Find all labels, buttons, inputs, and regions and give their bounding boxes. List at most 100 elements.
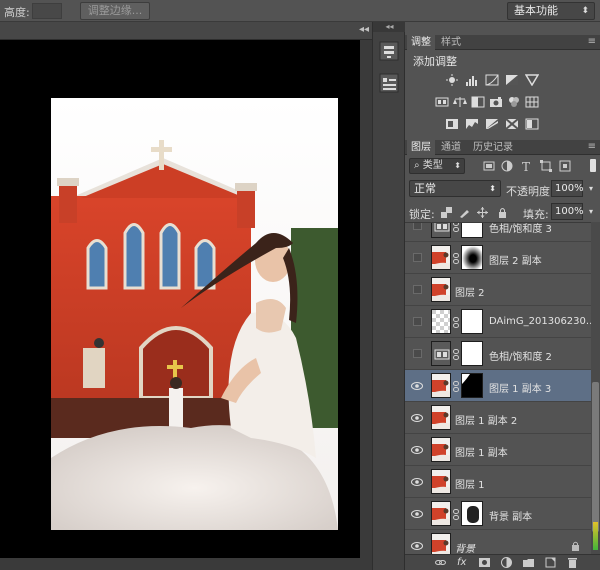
- adjustments-panel-icon[interactable]: [378, 40, 400, 62]
- filter-type-icon[interactable]: T: [521, 160, 533, 172]
- delete-layer-icon[interactable]: [567, 557, 578, 568]
- new-adjustment-layer-icon[interactable]: [501, 557, 512, 568]
- eye-icon[interactable]: [411, 412, 423, 424]
- collapse-icon[interactable]: ◂◂: [373, 22, 406, 32]
- lock-image-icon[interactable]: [459, 207, 470, 218]
- vertical-scrollbar[interactable]: [360, 40, 372, 558]
- eye-icon[interactable]: [411, 540, 423, 552]
- adjustments-panel-header: 调整 样式 ≡: [405, 35, 600, 50]
- new-layer-icon[interactable]: [545, 557, 556, 568]
- invert-icon[interactable]: [445, 118, 459, 130]
- layer-mask-thumbnail[interactable]: [461, 341, 483, 366]
- eye-icon[interactable]: [411, 444, 423, 456]
- tab-layers[interactable]: 图层: [407, 140, 435, 155]
- lock-transparent-icon[interactable]: [441, 207, 452, 218]
- visibility-toggle[interactable]: [413, 317, 422, 326]
- layer-row[interactable]: 背景: [405, 530, 591, 554]
- lock-all-icon[interactable]: [497, 207, 508, 218]
- eye-icon[interactable]: [411, 380, 423, 392]
- blend-mode-dropdown[interactable]: 正常 ⬍: [409, 180, 501, 197]
- chain-link-icon[interactable]: [453, 381, 459, 392]
- chain-link-icon[interactable]: [453, 222, 459, 232]
- filter-pixel-icon[interactable]: [483, 160, 495, 172]
- layer-mask-thumbnail[interactable]: [461, 501, 483, 526]
- fill-slider-toggle[interactable]: ▾: [585, 203, 597, 220]
- eye-icon[interactable]: [411, 508, 423, 520]
- layer-mask-thumbnail[interactable]: [461, 223, 483, 238]
- visibility-toggle[interactable]: [413, 223, 422, 230]
- layer-row[interactable]: 图层 1 副本 2: [405, 402, 591, 434]
- exposure-icon[interactable]: [505, 74, 519, 86]
- layer-thumbnail: [431, 309, 451, 334]
- photo-filter-icon[interactable]: [489, 96, 503, 108]
- hue-saturation-icon[interactable]: [435, 96, 449, 108]
- layer-style-fx-button[interactable]: fx: [457, 555, 466, 570]
- brightness-contrast-icon[interactable]: [445, 74, 459, 86]
- visibility-toggle[interactable]: [413, 253, 422, 262]
- panel-menu-icon[interactable]: ≡: [588, 140, 596, 154]
- black-white-icon[interactable]: [471, 96, 485, 108]
- layer-row[interactable]: 图层 2 副本: [405, 242, 591, 274]
- filter-toggle[interactable]: [590, 159, 596, 172]
- gradient-map-icon[interactable]: [525, 118, 539, 130]
- layers-scrollbar[interactable]: [591, 222, 600, 554]
- height-label: 高度:: [4, 6, 30, 19]
- filter-adjustment-icon[interactable]: [501, 160, 513, 172]
- refine-edge-button[interactable]: 调整边缘...: [80, 2, 150, 20]
- lock-position-icon[interactable]: [477, 207, 488, 218]
- chain-link-icon[interactable]: [453, 349, 459, 360]
- layer-mask-thumbnail[interactable]: [461, 309, 483, 334]
- threshold-icon[interactable]: [485, 118, 499, 130]
- horizontal-scrollbar[interactable]: [0, 558, 372, 570]
- layer-row[interactable]: 色相/饱和度 3: [405, 222, 591, 242]
- tab-adjustments[interactable]: 调整: [407, 35, 435, 50]
- add-mask-icon[interactable]: [479, 557, 490, 568]
- opacity-slider-toggle[interactable]: ▾: [585, 180, 597, 197]
- posterize-icon[interactable]: [465, 118, 479, 130]
- layer-list: 色相/饱和度 3 图层 2 副本 图层 2 DAimG_201306230... 色相/…: [405, 222, 591, 554]
- blend-mode-value: 正常: [414, 182, 436, 195]
- tab-channels[interactable]: 通道: [437, 140, 465, 155]
- visibility-toggle[interactable]: [413, 285, 422, 294]
- chain-link-icon[interactable]: [453, 253, 459, 264]
- filter-shape-icon[interactable]: [540, 160, 552, 172]
- channel-mixer-icon[interactable]: [507, 96, 521, 108]
- panel-menu-icon[interactable]: ≡: [588, 35, 596, 49]
- curves-icon[interactable]: [485, 74, 499, 86]
- layer-row[interactable]: 图层 1 副本: [405, 434, 591, 466]
- options-bar: 高度: 调整边缘... 基本功能 ⬍: [0, 0, 600, 22]
- workspace-dropdown[interactable]: 基本功能 ⬍: [507, 2, 595, 20]
- layer-row[interactable]: 背景 副本: [405, 498, 591, 530]
- layer-thumbnail: [431, 437, 451, 462]
- levels-icon[interactable]: [465, 74, 479, 86]
- layer-row[interactable]: 色相/饱和度 2: [405, 338, 591, 370]
- layers-footer: fx: [405, 554, 600, 570]
- chain-link-icon[interactable]: [453, 317, 459, 328]
- properties-panel-icon[interactable]: [378, 72, 400, 94]
- layer-row[interactable]: DAimG_201306230...: [405, 306, 591, 338]
- chain-link-icon[interactable]: [453, 509, 459, 520]
- visibility-toggle[interactable]: [413, 349, 422, 358]
- eye-icon[interactable]: [411, 476, 423, 488]
- fill-input[interactable]: 100%: [551, 203, 584, 220]
- layer-row[interactable]: 图层 2: [405, 274, 591, 306]
- layer-row[interactable]: 图层 1: [405, 466, 591, 498]
- height-field[interactable]: [32, 3, 62, 19]
- layer-mask-thumbnail[interactable]: [461, 373, 483, 398]
- layer-filter-dropdown[interactable]: ⌕ 类型 ⬍: [409, 158, 465, 174]
- filter-smart-object-icon[interactable]: [559, 160, 571, 172]
- layer-row[interactable]: 图层 1 副本 3: [405, 370, 591, 402]
- collapse-icon[interactable]: ◂◂: [359, 24, 369, 35]
- color-lookup-icon[interactable]: [525, 96, 539, 108]
- tab-history[interactable]: 历史记录: [469, 140, 517, 155]
- tab-styles[interactable]: 样式: [437, 35, 465, 50]
- vibrance-icon[interactable]: [525, 74, 539, 86]
- link-layers-icon[interactable]: [435, 557, 446, 568]
- new-group-icon[interactable]: [523, 557, 534, 568]
- layers-scrollbar-thumb[interactable]: [592, 382, 599, 532]
- selective-color-icon[interactable]: [505, 118, 519, 130]
- opacity-input[interactable]: 100%: [551, 180, 584, 197]
- color-balance-icon[interactable]: [453, 96, 467, 108]
- canvas[interactable]: [0, 40, 360, 558]
- layer-mask-thumbnail[interactable]: [461, 245, 483, 270]
